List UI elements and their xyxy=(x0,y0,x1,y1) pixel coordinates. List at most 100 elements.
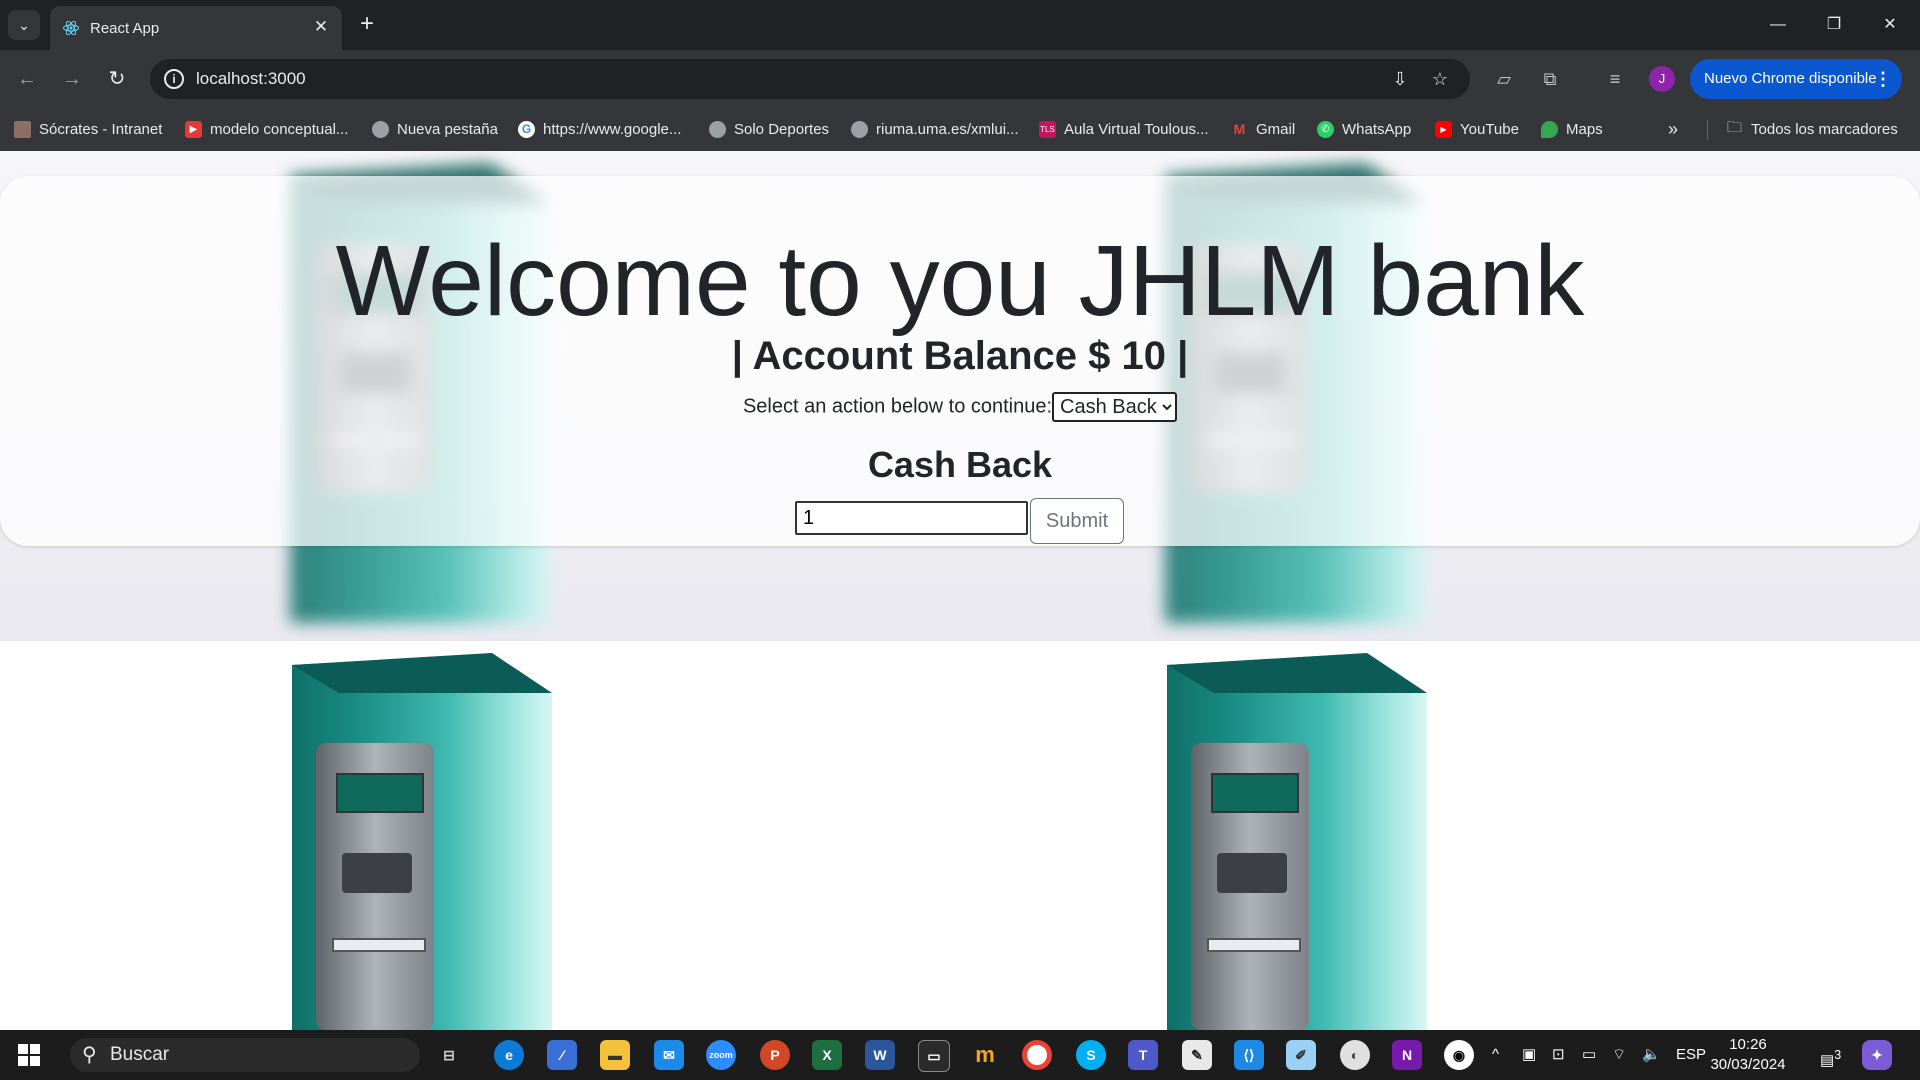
site-info-icon[interactable]: i xyxy=(164,69,184,89)
vscode-icon[interactable]: ⟨⟩ xyxy=(1234,1040,1264,1070)
folder-icon: 🗀 xyxy=(1727,118,1743,136)
zoom-icon[interactable]: zoom xyxy=(706,1040,736,1070)
bank-card: Welcome to you JHLM bank | Account Balan… xyxy=(0,176,1920,546)
action-select-label: Select an action below to continue: xyxy=(742,395,1053,418)
app-icon[interactable]: ✎ xyxy=(1182,1040,1212,1070)
edge-icon[interactable]: e xyxy=(494,1040,524,1070)
bookmark-label: WhatsApp xyxy=(1342,120,1412,138)
more-bookmarks-icon[interactable]: » xyxy=(1668,118,1678,140)
chevron-down-icon: ⌄ xyxy=(18,16,30,33)
github-icon[interactable]: ◉ xyxy=(1444,1040,1474,1070)
moodle-icon[interactable]: m xyxy=(970,1040,1000,1070)
bookmark-label: riuma.uma.es/xmlui... xyxy=(876,120,1019,138)
bookmark-google[interactable]: Ghttps://www.google... xyxy=(518,118,681,140)
bookmarks-divider xyxy=(1707,120,1708,140)
close-tab-icon[interactable]: ✕ xyxy=(310,16,332,38)
file-explorer-icon[interactable]: ▬ xyxy=(600,1040,630,1070)
clock-date: 30/03/2024 xyxy=(1710,1056,1786,1073)
submit-button[interactable]: Submit xyxy=(1030,498,1124,544)
powerpoint-icon[interactable]: P xyxy=(760,1040,790,1070)
reading-list-icon[interactable]: ≡ xyxy=(1601,65,1629,93)
app-icon[interactable]: ⁄ xyxy=(547,1040,577,1070)
display-icon[interactable]: ⊡ xyxy=(1552,1030,1565,1080)
system-clock[interactable]: 10:26 30/03/2024 xyxy=(1708,1035,1788,1075)
excel-icon[interactable]: X xyxy=(812,1040,842,1070)
skype-icon[interactable]: S xyxy=(1076,1040,1106,1070)
notepad-icon[interactable]: ✐ xyxy=(1286,1040,1316,1070)
teams-icon[interactable]: T xyxy=(1128,1040,1158,1070)
mail-icon[interactable]: ✉ xyxy=(654,1040,684,1070)
whatsapp-icon: ✆ xyxy=(1317,120,1334,138)
search-icon: ⚲ xyxy=(82,1044,97,1066)
tab-react-app[interactable]: React App ✕ xyxy=(50,6,342,50)
word-icon[interactable]: W xyxy=(865,1040,895,1070)
language-indicator[interactable]: ESP xyxy=(1676,1030,1706,1080)
globe-icon xyxy=(372,120,389,138)
bookmark-socrates[interactable]: Sócrates - Intranet xyxy=(14,118,162,140)
bookmark-label: Sócrates - Intranet xyxy=(39,120,163,138)
bookmark-whatsapp[interactable]: ✆ WhatsApp xyxy=(1317,118,1411,140)
url-text[interactable]: localhost:3000 xyxy=(196,69,306,89)
bookmark-label: Maps xyxy=(1566,120,1603,138)
bookmark-solo-deportes[interactable]: Solo Deportes xyxy=(709,118,829,140)
more-options-icon[interactable]: ⋮ xyxy=(1874,59,1892,99)
paint-icon[interactable]: ◐ xyxy=(1340,1040,1370,1070)
notifications-icon[interactable]: ▤3 xyxy=(1820,1030,1841,1080)
battery-icon[interactable]: ▭ xyxy=(1582,1030,1596,1080)
update-button-label: Nuevo Chrome disponible xyxy=(1704,70,1877,87)
all-bookmarks-folder[interactable]: 🗀 Todos los marcadores xyxy=(1727,118,1898,140)
globe-icon xyxy=(851,120,868,138)
welcome-heading: Welcome to you JHLM bank xyxy=(335,225,1585,337)
bookmark-riuma[interactable]: riuma.uma.es/xmlui... xyxy=(851,118,1019,140)
bookmark-label: Gmail xyxy=(1256,120,1296,138)
bookmark-label: Nueva pestaña xyxy=(397,120,498,138)
amount-input[interactable] xyxy=(795,501,1028,535)
close-window-button[interactable]: ✕ xyxy=(1862,0,1918,50)
windows-start-icon[interactable] xyxy=(18,1044,40,1066)
restore-button[interactable]: ❐ xyxy=(1806,0,1862,50)
bookmark-modelo-conceptual[interactable]: ▶ modelo conceptual... xyxy=(185,118,348,140)
chrome-icon[interactable] xyxy=(1022,1040,1052,1070)
taskbar-search[interactable]: ⚲ Buscar xyxy=(70,1038,420,1072)
back-button[interactable]: ← xyxy=(12,64,42,94)
terminal-icon[interactable]: ▭ xyxy=(918,1040,950,1072)
atm-image xyxy=(292,653,552,1030)
account-balance: | Account Balance $ 10 | xyxy=(731,334,1189,378)
action-select-row: Select an action below to continue: Cash … xyxy=(0,392,1920,422)
forward-button[interactable]: → xyxy=(57,64,87,94)
camera-icon[interactable]: ▣ xyxy=(1522,1030,1536,1080)
address-bar[interactable]: i localhost:3000 ⇩ ☆ xyxy=(150,59,1470,99)
bookmark-aula-virtual[interactable]: TLS Aula Virtual Toulous... xyxy=(1039,118,1209,140)
tab-search-button[interactable]: ⌄ xyxy=(8,10,40,40)
bookmark-label: Solo Deportes xyxy=(734,120,830,138)
profile-avatar[interactable]: J xyxy=(1649,66,1675,92)
minimize-button[interactable]: — xyxy=(1750,0,1806,50)
clock-time: 10:26 xyxy=(1729,1036,1767,1053)
action-select[interactable]: Cash Back xyxy=(1052,392,1178,422)
youtube-icon: ▶ xyxy=(185,120,202,138)
maps-pin-icon xyxy=(1541,120,1558,138)
bookmark-star-icon[interactable]: ☆ xyxy=(1428,67,1452,91)
wifi-icon[interactable]: ⌔ xyxy=(1612,1030,1626,1080)
section-title: Cash Back xyxy=(867,444,1053,485)
extensions-icon[interactable]: ⧉ xyxy=(1536,65,1564,93)
install-app-icon[interactable]: ⇩ xyxy=(1388,67,1412,91)
gmail-icon: M xyxy=(1233,120,1246,137)
bookmark-nueva-pestana[interactable]: Nueva pestaña xyxy=(372,118,498,140)
browser-toolbar: ← → ↻ i localhost:3000 ⇩ ☆ ▱ ⧉ ≡ J Nuevo… xyxy=(0,50,1920,108)
task-view-icon[interactable]: ⊟ xyxy=(434,1040,464,1070)
bookmark-maps[interactable]: Maps xyxy=(1541,118,1603,140)
bookmark-gmail[interactable]: M Gmail xyxy=(1231,118,1296,140)
tray-chevron-icon[interactable]: ^ xyxy=(1492,1030,1499,1080)
chrome-update-button[interactable]: Nuevo Chrome disponible ⋮ xyxy=(1690,59,1902,99)
copilot-icon[interactable]: ✦ xyxy=(1862,1040,1892,1070)
browser-titlebar: ⌄ React App ✕ + — ❐ ✕ xyxy=(0,0,1920,50)
bookmark-youtube[interactable]: ▶ YouTube xyxy=(1435,118,1519,140)
volume-icon[interactable]: 🔈 xyxy=(1642,1030,1661,1080)
atm-image xyxy=(1167,653,1427,1030)
media-icon[interactable]: ▱ xyxy=(1490,65,1518,93)
new-tab-button[interactable]: + xyxy=(352,10,382,40)
onenote-icon[interactable]: N xyxy=(1392,1040,1422,1070)
reload-button[interactable]: ↻ xyxy=(102,64,132,94)
youtube-icon: ▶ xyxy=(1435,120,1452,138)
